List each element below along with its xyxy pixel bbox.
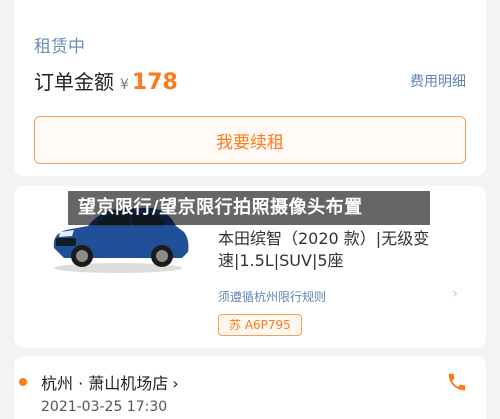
renew-button[interactable]: 我要续租 — [34, 116, 466, 164]
traffic-rule-link[interactable]: 须遵循杭州限行规则 — [218, 288, 326, 305]
order-summary-card: 租赁中 订单金额 ¥ 178 费用明细 我要续租 — [14, 0, 486, 176]
price-row: 订单金额 ¥ 178 — [34, 66, 178, 95]
price-currency: ¥ — [120, 77, 129, 93]
trip-time: 2021-03-25 17:30 — [41, 399, 168, 415]
trip-route-label: 杭州 · 萧山机场店 — [41, 374, 169, 393]
trip-card[interactable]: 杭州 · 萧山机场店 › 2021-03-25 17:30 — [14, 356, 486, 419]
chevron-right-icon: › — [172, 374, 179, 393]
trip-route[interactable]: 杭州 · 萧山机场店 › — [41, 370, 179, 394]
price-value: 178 — [131, 70, 178, 95]
phone-icon[interactable] — [446, 371, 468, 393]
pickup-dot-icon — [19, 378, 27, 386]
plate-badge: 苏 A6P795 — [218, 314, 302, 336]
fee-detail-link[interactable]: 费用明细 — [410, 71, 466, 91]
car-title: 本田缤智（2020 款）|无级变速|1.5L|SUV|5座 — [218, 229, 430, 270]
order-status: 租赁中 — [34, 37, 85, 57]
overlay-headline: 望京限行/望京限行拍照摄像头布置 — [68, 191, 430, 225]
price-label: 订单金额 — [34, 70, 114, 94]
chevron-right-icon[interactable]: › — [452, 284, 458, 302]
